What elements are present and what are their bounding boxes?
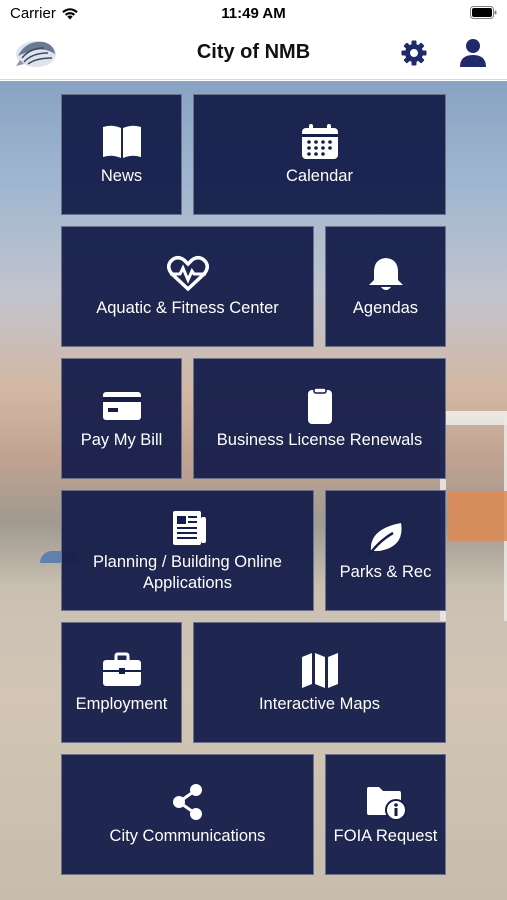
planning-building-tile[interactable]: Planning / Building Online Applications xyxy=(61,490,314,611)
business-license-label: Business License Renewals xyxy=(216,431,423,449)
planning-building-label: Planning / Building Online Applications xyxy=(93,552,282,592)
bell-icon xyxy=(364,254,408,294)
city-communications-tile[interactable]: City Communications xyxy=(61,754,314,875)
calendar-tile[interactable]: Calendar xyxy=(193,94,446,215)
folder-info-icon xyxy=(364,782,408,822)
newspaper-icon xyxy=(166,508,210,548)
interactive-maps-label: Interactive Maps xyxy=(258,695,381,713)
credit-card-icon xyxy=(100,386,144,426)
briefcase-icon xyxy=(100,650,144,690)
share-icon xyxy=(166,782,210,822)
calendar-label: Calendar xyxy=(286,167,353,185)
navigation-bar: City of NMB xyxy=(0,28,507,80)
pay-bill-label: Pay My Bill xyxy=(80,431,163,449)
business-license-tile[interactable]: Business License Renewals xyxy=(193,358,446,479)
map-icon xyxy=(298,650,342,690)
employment-tile[interactable]: Employment xyxy=(61,622,182,743)
foia-request-tile[interactable]: FOIA Request xyxy=(325,754,446,875)
interactive-maps-tile[interactable]: Interactive Maps xyxy=(193,622,446,743)
city-communications-label: City Communications xyxy=(109,827,266,845)
status-bar: Carrier 11:49 AM xyxy=(0,0,507,28)
aquatic-fitness-label: Aquatic & Fitness Center xyxy=(96,299,279,317)
leaf-icon xyxy=(364,518,408,558)
page-title: City of NMB xyxy=(196,41,311,63)
user-icon[interactable] xyxy=(459,38,487,68)
news-label: News xyxy=(100,167,143,185)
aquatic-fitness-tile[interactable]: Aquatic & Fitness Center xyxy=(61,226,314,347)
clock: 11:49 AM xyxy=(221,5,286,22)
gear-icon[interactable] xyxy=(400,39,428,67)
calendar-icon xyxy=(298,122,342,162)
pay-bill-tile[interactable]: Pay My Bill xyxy=(61,358,182,479)
battery-icon xyxy=(470,6,497,23)
heartbeat-icon xyxy=(166,254,210,294)
employment-label: Employment xyxy=(75,695,168,713)
clipboard-icon xyxy=(298,386,342,426)
agendas-label: Agendas xyxy=(352,299,419,317)
parks-rec-tile[interactable]: Parks & Rec xyxy=(325,490,446,611)
agendas-tile[interactable]: Agendas xyxy=(325,226,446,347)
news-tile[interactable]: News xyxy=(61,94,182,215)
parks-rec-label: Parks & Rec xyxy=(339,563,432,581)
foia-request-label: FOIA Request xyxy=(333,827,438,845)
book-icon xyxy=(100,122,144,162)
